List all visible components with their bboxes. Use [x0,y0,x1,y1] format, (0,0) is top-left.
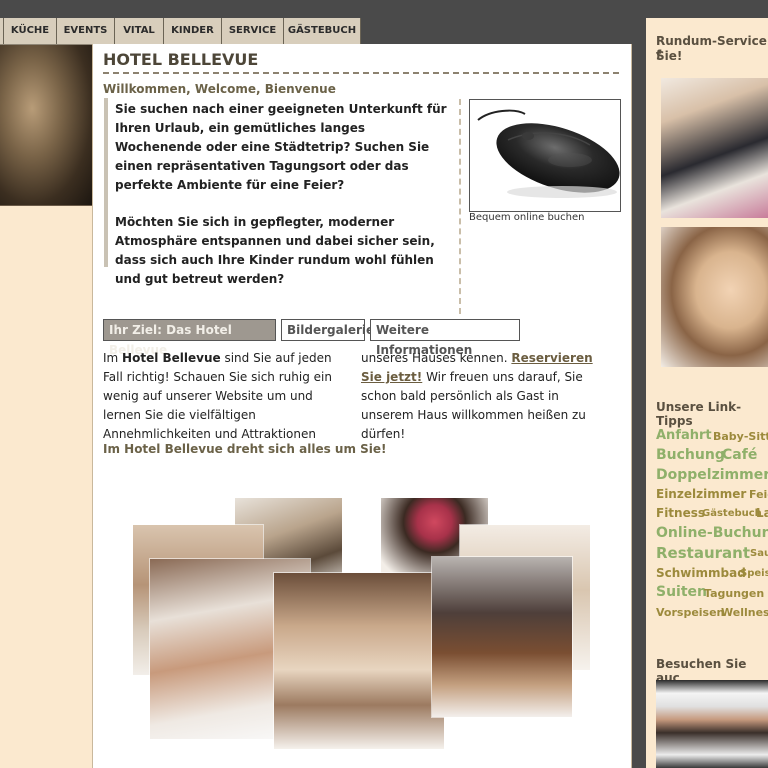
header-portrait-photo [0,44,92,205]
tag-link[interactable]: Fitness [656,506,705,520]
photo-collage [130,495,592,755]
hotel-name: Hotel Bellevue [122,351,221,365]
tag-cloud: Anfahrt Baby-Sitte Buchung Café Doppelzi… [656,428,768,628]
welcome-heading: Willkommen, Welcome, Bienvenue [103,82,336,96]
tagline: Im Hotel Bellevue dreht sich alles um Si… [103,442,387,456]
text: Im [103,351,123,365]
photo-chef [656,680,768,768]
tag-link[interactable]: Anfahrt [656,428,712,443]
nav-item-service[interactable]: SERVICE [221,18,283,44]
quote-bar [104,98,108,267]
tag-link[interactable]: Sau [750,548,768,559]
intro-paragraph: Sie suchen nach einer geeigneten Unterku… [115,102,447,192]
sidebar-heading-service-cont: Sie! [656,49,683,63]
tab-weitere-informationen[interactable]: Weitere Informationen [370,319,520,357]
tag-link[interactable]: Restaurant [656,544,750,562]
tag-link[interactable]: Buchung [656,447,725,463]
tag-link[interactable]: Online-Buchung [656,525,768,541]
tag-link[interactable]: Baby-Sitte [713,430,768,443]
body-text-right: unseres Hauses kennen. Reservieren Sie j… [361,349,611,444]
photo-wedding [661,78,768,218]
tag-link[interactable]: Speis [740,568,768,579]
booking-caption[interactable]: Bequem online buchen [469,212,584,223]
tab-hotel-bellevue[interactable]: Ihr Ziel: Das Hotel Bellevue [103,319,276,357]
tag-link[interactable]: Café [722,447,757,463]
intro-text: Sie suchen nach einer geeigneten Unterku… [115,100,455,307]
tab-bildergalerie[interactable]: Bildergalerie [281,319,374,341]
computer-mouse-icon [477,109,620,198]
nav-item-kinder[interactable]: KINDER [163,18,221,44]
photo-lobby [274,573,444,749]
title-divider [103,72,619,74]
nav-item-kueche[interactable]: KÜCHE [3,18,56,44]
text: unseres Hauses kennen. [361,351,512,365]
tag-link[interactable]: Wellness [721,606,768,619]
tag-link[interactable]: Doppelzimmer [656,467,768,483]
page-title: HOTEL BELLEVUE [103,50,259,69]
tag-link[interactable]: Suiten [656,584,707,600]
photo-makeup [661,227,768,367]
body-text-left: Im Hotel Bellevue sind Sie auf jeden Fal… [103,349,353,444]
intro-paragraph: Möchten Sie sich in gepflegter, moderner… [115,215,435,286]
vertical-divider [459,99,461,314]
tag-link[interactable]: Vorspeisen [656,606,724,619]
tag-link[interactable]: Schwimmbad [656,566,746,580]
sidebar-heading-links: Unsere Link-Tipps [656,400,742,428]
nav-item-vital[interactable]: VITAL [114,18,163,44]
top-navigation: KÜCHE EVENTS VITAL KINDER SERVICE GÄSTEB… [0,18,361,45]
tag-link[interactable]: Feie [749,488,768,501]
nav-item-events[interactable]: EVENTS [56,18,114,44]
photo-conference [432,557,572,717]
nav-item-gaestebuch[interactable]: GÄSTEBUCH [283,18,361,44]
online-booking-mouse-image[interactable] [469,99,621,212]
divider [0,205,92,206]
tag-link[interactable]: La [756,506,768,520]
tag-link[interactable]: Tagungen [704,587,764,600]
tag-link[interactable]: Gästebuch [702,508,762,519]
tag-link[interactable]: Einzelzimmer [656,487,746,501]
